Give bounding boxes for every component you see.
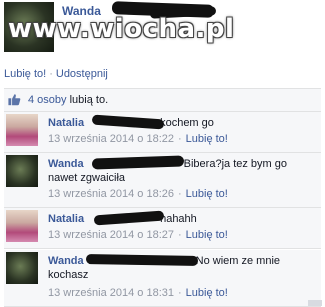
redaction-scribble xyxy=(85,254,199,266)
comment-meta: 13 września 2014 o 18:27 · Lubię to! xyxy=(48,229,228,241)
comment-text: kochem go xyxy=(160,117,214,129)
likes-suffix: lubią to. xyxy=(69,94,109,106)
watermark: www.wiocha.pl xyxy=(8,14,235,44)
comment-meta: 13 września 2014 o 18:22 · Lubię to! xyxy=(48,133,228,145)
comment-like-link[interactable]: Lubię to! xyxy=(186,229,228,241)
comment: Natalia kochem go 13 września 2014 o 18:2… xyxy=(4,112,321,153)
commenter-name[interactable]: Wanda xyxy=(48,158,84,170)
comment-like-link[interactable]: Lubię to! xyxy=(186,188,228,200)
comment-timestamp[interactable]: 13 września 2014 o 18:27 xyxy=(48,229,174,241)
likes-text: 4 osoby lubią to. xyxy=(28,94,108,106)
commenter-name[interactable]: Natalia xyxy=(48,117,84,129)
commenter-name[interactable]: Natalia xyxy=(48,213,84,225)
share-link[interactable]: Udostępnij xyxy=(56,68,108,80)
commenter-name[interactable]: Wanda xyxy=(48,255,84,267)
post-header: Wanda www.wiocha.pl xyxy=(0,0,325,60)
comment-body: Natalia hahahh xyxy=(48,212,313,226)
comment-timestamp[interactable]: 13 września 2014 o 18:22 xyxy=(48,133,174,145)
comment-timestamp[interactable]: 13 września 2014 o 18:31 xyxy=(48,287,174,299)
comment-meta: 13 września 2014 o 18:26 · Lubię to! xyxy=(48,188,228,200)
comment: Wanda Bibera?ja tez bym go nawet zgwaicił… xyxy=(4,153,321,208)
comment-like-link[interactable]: Lubię to! xyxy=(186,133,228,145)
comment: Wanda No wiem ze mnie kochasz 13 września… xyxy=(4,250,321,307)
commenter-avatar[interactable] xyxy=(6,210,38,242)
separator: · xyxy=(49,68,53,80)
comment-text: hahahh xyxy=(160,213,197,225)
comment-like-link[interactable]: Lubię to! xyxy=(186,287,228,299)
scrollbar-thumb[interactable] xyxy=(308,300,322,306)
thumbs-up-icon xyxy=(8,94,21,106)
likes-count-link[interactable]: 4 osoby xyxy=(28,94,67,106)
like-link[interactable]: Lubię to! xyxy=(4,68,46,80)
comment-meta: 13 września 2014 o 18:31 · Lubię to! xyxy=(48,287,228,299)
likes-summary: 4 osoby lubią to. xyxy=(4,88,321,112)
comment-timestamp[interactable]: 13 września 2014 o 18:26 xyxy=(48,188,174,200)
comment-body: Natalia kochem go xyxy=(48,116,313,130)
post-actions: Lubię to! · Udostępnij xyxy=(4,68,108,80)
comment: Natalia hahahh 13 września 2014 o 18:27 · L… xyxy=(4,208,321,249)
commenter-avatar[interactable] xyxy=(6,252,38,284)
commenter-avatar[interactable] xyxy=(6,114,38,146)
commenter-avatar[interactable] xyxy=(6,155,38,187)
